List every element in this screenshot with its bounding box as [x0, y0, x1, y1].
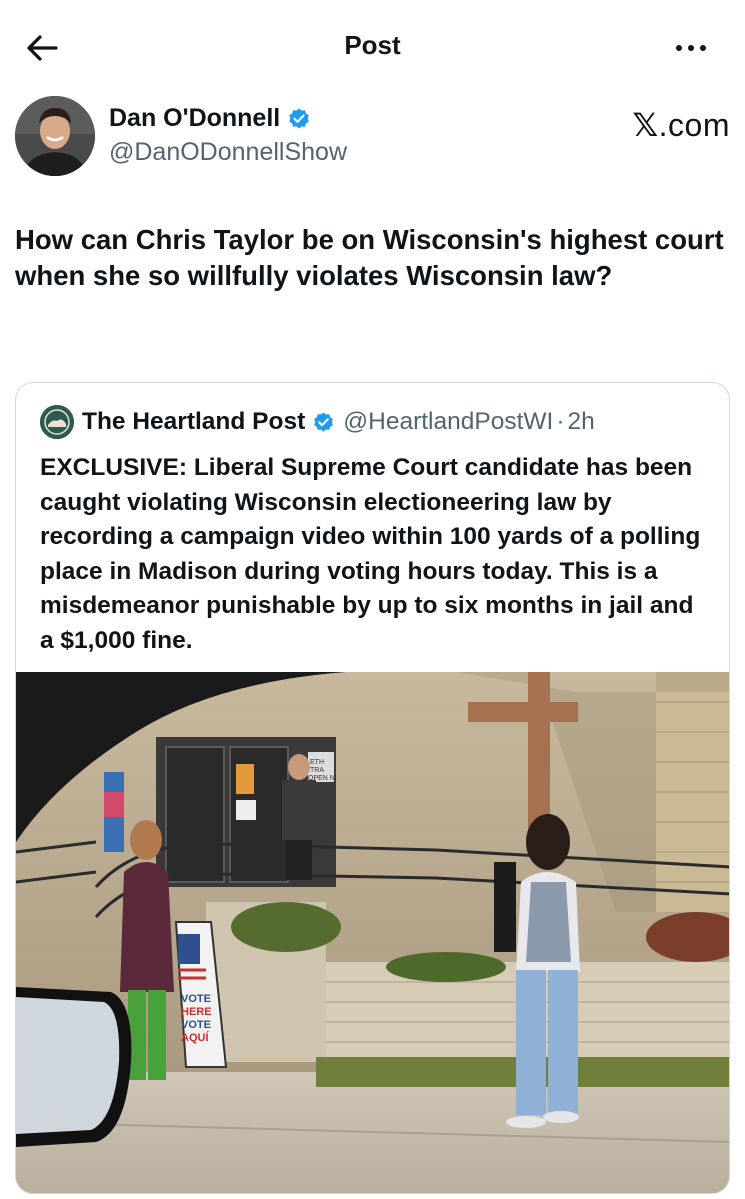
quoted-author-handle: @HeartlandPostWI — [343, 408, 554, 435]
separator: · — [556, 408, 565, 435]
top-bar: Post — [0, 0, 745, 95]
quoted-avatar — [40, 405, 74, 439]
door-sign-text: ETH — [310, 759, 324, 766]
quoted-post-text: EXCLUSIVE: Liberal Supreme Court candida… — [40, 454, 701, 654]
more-button[interactable] — [671, 34, 711, 62]
post-text: How can Chris Taylor be on Wisconsin's h… — [15, 224, 724, 291]
svg-text:HERE: HERE — [181, 1006, 212, 1018]
quoted-post[interactable]: The Heartland Post @HeartlandPostWI · 2h… — [15, 382, 730, 1194]
quoted-post-header: The Heartland Post @HeartlandPostWI · 2h — [40, 405, 595, 439]
avatar[interactable] — [15, 96, 95, 176]
svg-text:AQUÍ: AQUÍ — [181, 1031, 209, 1044]
page-title: Post — [344, 30, 401, 60]
heartland-logo-icon — [40, 405, 74, 439]
x-com-watermark: 𝕏.com — [632, 106, 730, 144]
quoted-timestamp: 2h — [567, 408, 595, 435]
quoted-author-name: The Heartland Post — [82, 408, 306, 435]
post-photo[interactable]: ETH TRA OPEN N VOTE HERE VOTE AQUÍ — [16, 672, 729, 1193]
verified-badge-icon — [287, 107, 311, 131]
svg-text:VOTE: VOTE — [181, 1019, 211, 1031]
verified-badge-icon — [312, 411, 335, 434]
svg-text:TRA: TRA — [310, 767, 324, 774]
vote-sign-text: VOTE — [181, 993, 211, 1005]
author-handle[interactable]: @DanODonnellShow — [109, 138, 347, 167]
author-name[interactable]: Dan O'Donnell — [109, 104, 311, 133]
more-horizontal-icon — [676, 45, 682, 51]
author-block: Dan O'Donnell @DanODonnellShow 𝕏.com — [15, 96, 730, 178]
